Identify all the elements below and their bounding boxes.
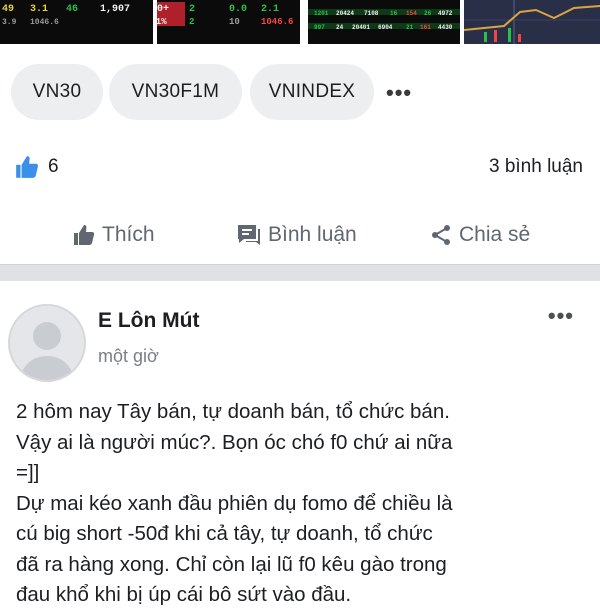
more-tags-button[interactable]: ••• — [386, 80, 412, 106]
share-button-label: Chia sẻ — [459, 223, 531, 246]
table-cell: 1,907 — [100, 4, 131, 15]
table-cell: 1046.6 — [261, 17, 294, 27]
table-cell: 20424 — [336, 10, 355, 17]
table-cell: 10 — [229, 17, 240, 27]
table-cell: 3.1 — [30, 4, 49, 15]
table-cell: 7108 — [364, 10, 379, 17]
like-icon — [14, 154, 40, 180]
author-name[interactable]: E Lôn Mút — [98, 309, 199, 333]
tag-chip-vnindex[interactable]: VNINDEX — [250, 64, 374, 120]
post-body: 2 hôm nay Tây bán, tự doanh bán, tổ chức… — [16, 400, 453, 606]
table-cell: 24 — [336, 24, 344, 31]
table-cell: 2 — [189, 4, 196, 15]
table-cell: 46 — [66, 4, 79, 15]
table-cell: 4972 — [438, 10, 453, 17]
image-thumbnail-1[interactable]: 49 3.1 46 1,907 3.9 1046.6 — [0, 0, 153, 44]
table-cell: 200+ — [157, 4, 170, 15]
chart-preview — [464, 0, 600, 44]
share-button[interactable]: Chia sẻ — [429, 218, 530, 252]
comment-button[interactable]: Bình luận — [236, 218, 357, 252]
comment-icon — [238, 225, 260, 245]
image-thumbnail-4[interactable] — [464, 0, 600, 44]
tag-chip-label: VN30 — [32, 81, 82, 102]
thumbs-up-icon — [74, 225, 95, 245]
share-icon — [432, 225, 450, 245]
table-cell: 997 — [314, 24, 325, 31]
table-cell: 6904 — [378, 24, 393, 31]
image-thumbnail-3[interactable]: 1201 20424 7108 16 154 26 4972 997 24 20… — [308, 0, 460, 44]
table-cell: 161 — [420, 24, 431, 31]
table-cell: 3.9 — [2, 18, 17, 27]
image-thumbnail-2[interactable]: 200+ 2 0.0 2.1 5.1% 2 10 1046.6 — [157, 0, 300, 44]
reaction-summary[interactable]: 6 — [14, 152, 59, 182]
avatar[interactable] — [8, 304, 86, 382]
table-cell: 1046.6 — [30, 18, 59, 27]
post-actions-bar: Thích Bình luận Chia sẻ — [0, 218, 600, 252]
table-cell: 2.1 — [261, 4, 280, 15]
default-avatar-icon — [10, 306, 84, 380]
table-cell: 154 — [406, 10, 417, 17]
table-cell: 49 — [2, 4, 15, 15]
table-cell: 5.1% — [157, 17, 167, 27]
post-options-button[interactable]: ••• — [548, 303, 574, 329]
feed-divider — [0, 264, 600, 281]
table-cell: 26 — [424, 10, 432, 17]
comment-button-label: Bình luận — [268, 223, 357, 246]
table-cell: 16 — [390, 10, 398, 17]
comment-count[interactable]: 3 bình luận — [489, 156, 583, 178]
post-timestamp[interactable]: một giờ — [98, 346, 159, 367]
tag-chip-vn30[interactable]: VN30 — [11, 64, 103, 120]
tag-chip-label: VN30F1M — [131, 81, 220, 102]
like-button[interactable]: Thích — [72, 218, 155, 252]
table-cell: 4430 — [438, 24, 453, 31]
like-button-label: Thích — [102, 223, 155, 246]
tag-chip-vn30f1m[interactable]: VN30F1M — [109, 64, 242, 120]
table-cell: 1201 — [314, 10, 329, 17]
table-cell: 21 — [406, 24, 414, 31]
table-cell: 0.0 — [229, 4, 248, 15]
table-cell: 2 — [189, 17, 195, 27]
tag-chip-label: VNINDEX — [268, 81, 356, 102]
image-thumbnails: 49 3.1 46 1,907 3.9 1046.6 200+ 2 0.0 2.… — [0, 0, 600, 46]
like-count: 6 — [48, 156, 59, 177]
table-cell: 20401 — [352, 24, 371, 31]
